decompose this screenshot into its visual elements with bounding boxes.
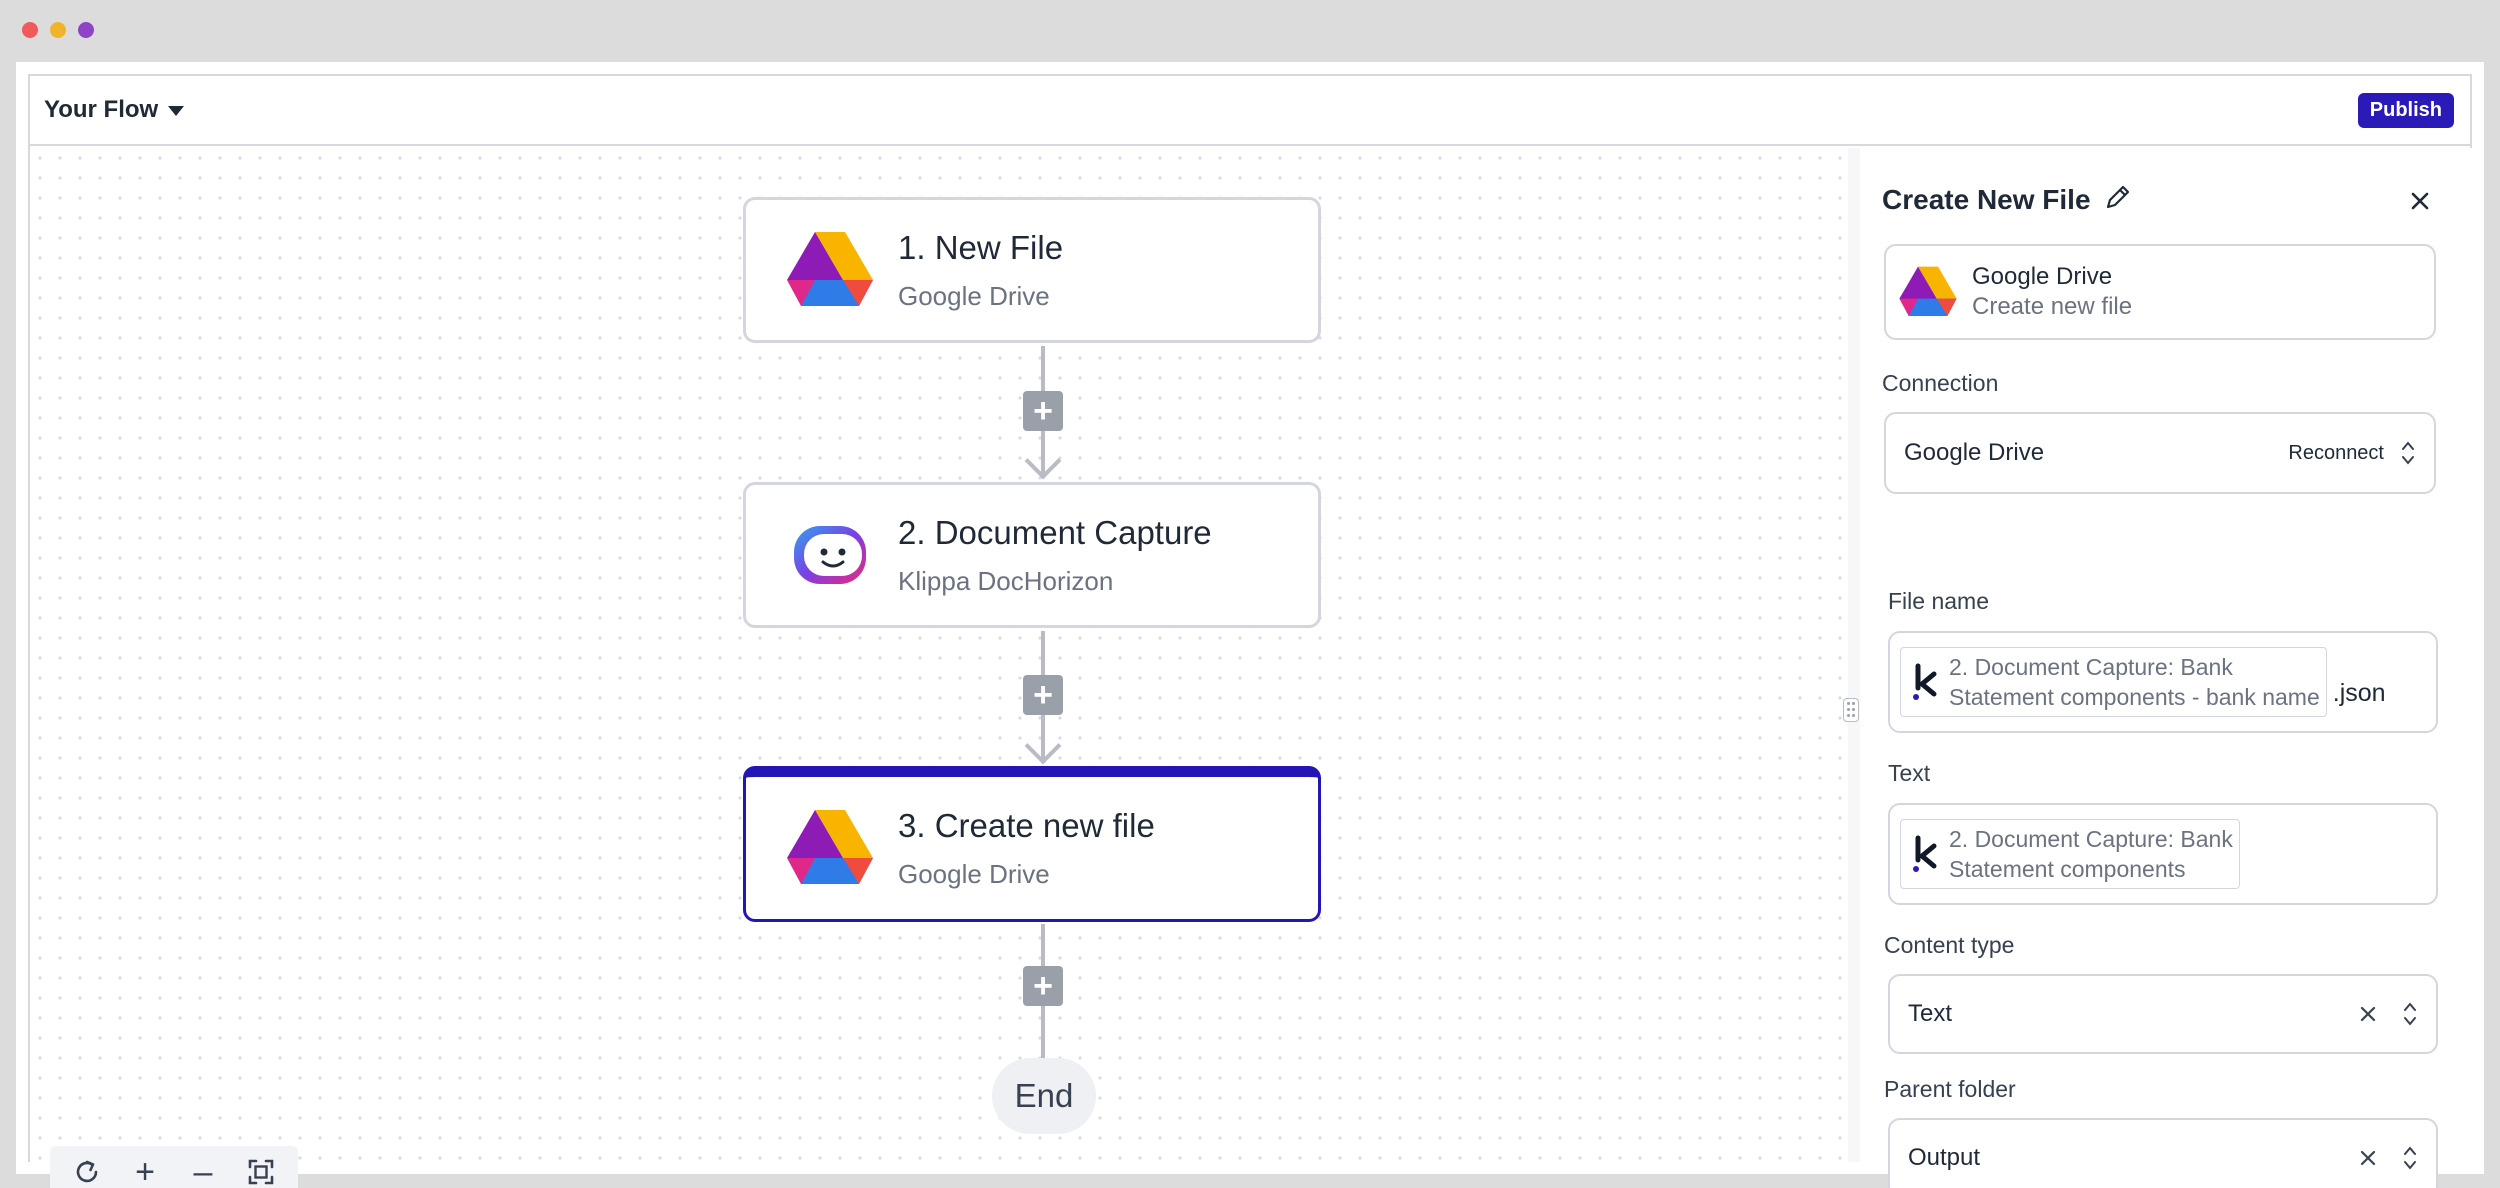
klippa-k-icon xyxy=(1907,660,1943,704)
file-name-label: File name xyxy=(1888,588,1989,614)
fit-view-icon[interactable] xyxy=(241,1152,281,1188)
flow-canvas[interactable]: 1. New File Google Drive + 2. Document C… xyxy=(30,148,1848,1188)
connection-select[interactable]: Google Drive Reconnect xyxy=(1884,412,2436,494)
node-subtitle: Klippa DocHorizon xyxy=(898,565,1114,596)
app-window: Your Flow Publish 1. New File Google Dri… xyxy=(16,62,2484,1188)
text-input[interactable]: 2. Document Capture: Bank Statement comp… xyxy=(1888,803,2438,905)
clear-icon[interactable] xyxy=(2356,1146,2380,1170)
caret-down-icon xyxy=(168,106,185,116)
chip-text-line: 2. Document Capture: Bank xyxy=(1949,654,2233,680)
chip-text: 2. Document Capture: Bank Statement comp… xyxy=(1949,824,2233,884)
minimize-window-dot[interactable] xyxy=(50,22,66,38)
file-extension: .json xyxy=(2332,678,2386,707)
content-type-label: Content type xyxy=(1884,932,2015,958)
panel-title: Create New File xyxy=(1882,183,2091,215)
add-step-button[interactable]: + xyxy=(1023,675,1063,715)
app-action: Create new file xyxy=(1972,293,2133,320)
flow-title: Your Flow xyxy=(44,96,159,123)
reconnect-button[interactable]: Reconnect xyxy=(2288,442,2384,465)
chevron-up-down-icon xyxy=(2400,998,2420,1030)
app-card-text: Google Drive Create new file xyxy=(1972,263,2132,321)
connection-label: Connection xyxy=(1882,370,1999,396)
data-reference-chip[interactable]: 2. Document Capture: Bank Statement comp… xyxy=(1900,647,2327,717)
data-reference-chip[interactable]: 2. Document Capture: Bank Statement comp… xyxy=(1900,819,2240,889)
text-label: Text xyxy=(1888,760,1931,786)
arrow-down-icon xyxy=(1024,727,1062,765)
app-action-card[interactable]: Google Drive Create new file xyxy=(1884,244,2436,340)
step-settings-panel: Create New File Google Drive Create new … xyxy=(1860,148,2472,1188)
zoom-controls: + – xyxy=(50,1146,298,1188)
close-window-dot[interactable] xyxy=(22,22,38,38)
content-type-value: Text xyxy=(1908,1000,1953,1027)
clear-icon[interactable] xyxy=(2356,1002,2380,1026)
node-title: 1. New File xyxy=(898,228,1064,266)
google-drive-icon xyxy=(1896,260,1960,324)
chip-text-line: 2. Document Capture: Bank xyxy=(1949,826,2233,852)
add-step-button[interactable]: + xyxy=(1023,966,1063,1006)
top-bar: Your Flow Publish xyxy=(30,76,2470,146)
flow-title-dropdown[interactable]: Your Flow xyxy=(44,96,185,124)
panel-divider xyxy=(1848,148,1860,1162)
node-subtitle: Google Drive xyxy=(898,280,1050,311)
parent-folder-select[interactable]: Output xyxy=(1888,1118,2438,1188)
klippa-dochorizon-icon xyxy=(784,509,876,601)
node-text: 3. Create new file Google Drive xyxy=(898,807,1155,890)
add-step-button[interactable]: + xyxy=(1023,391,1063,431)
zoom-out-button[interactable]: – xyxy=(183,1152,223,1188)
google-drive-icon xyxy=(784,224,876,316)
close-icon[interactable] xyxy=(2405,186,2435,216)
arrow-down-icon xyxy=(1024,442,1062,480)
file-name-input[interactable]: 2. Document Capture: Bank Statement comp… xyxy=(1888,631,2438,733)
klippa-k-icon xyxy=(1907,832,1943,876)
google-drive-icon xyxy=(784,802,876,894)
node-title: 3. Create new file xyxy=(898,806,1155,844)
flow-node-create-new-file[interactable]: 3. Create new file Google Drive xyxy=(743,766,1321,922)
chip-text-line: Statement components xyxy=(1949,856,2186,882)
panel-header: Create New File xyxy=(1882,182,2133,217)
publish-button[interactable]: Publish xyxy=(2357,92,2454,128)
resize-grip-icon[interactable] xyxy=(1843,698,1859,722)
parent-folder-value: Output xyxy=(1908,1144,1981,1171)
chip-text: 2. Document Capture: Bank Statement comp… xyxy=(1949,652,2320,712)
flow-editor: Your Flow Publish 1. New File Google Dri… xyxy=(28,74,2472,1188)
window-controls xyxy=(22,22,94,38)
refresh-icon[interactable] xyxy=(67,1152,107,1188)
chevron-up-down-icon xyxy=(2398,437,2418,469)
parent-folder-label: Parent folder xyxy=(1884,1076,2016,1102)
content-type-select[interactable]: Text xyxy=(1888,974,2438,1054)
app-name: Google Drive xyxy=(1972,263,2113,290)
flow-node-new-file[interactable]: 1. New File Google Drive xyxy=(743,197,1321,343)
node-title: 2. Document Capture xyxy=(898,513,1212,551)
zoom-in-button[interactable]: + xyxy=(125,1152,165,1188)
maximize-window-dot[interactable] xyxy=(78,22,94,38)
node-subtitle: Google Drive xyxy=(898,858,1050,889)
chip-text-line: Statement components - bank name xyxy=(1949,684,2320,710)
connection-value: Google Drive xyxy=(1904,439,2045,466)
flow-node-document-capture[interactable]: 2. Document Capture Klippa DocHorizon xyxy=(743,482,1321,628)
node-text: 1. New File Google Drive xyxy=(898,229,1063,312)
node-text: 2. Document Capture Klippa DocHorizon xyxy=(898,514,1212,597)
pencil-icon[interactable] xyxy=(2103,182,2133,217)
end-node: End xyxy=(992,1058,1096,1134)
chevron-up-down-icon xyxy=(2400,1142,2420,1174)
